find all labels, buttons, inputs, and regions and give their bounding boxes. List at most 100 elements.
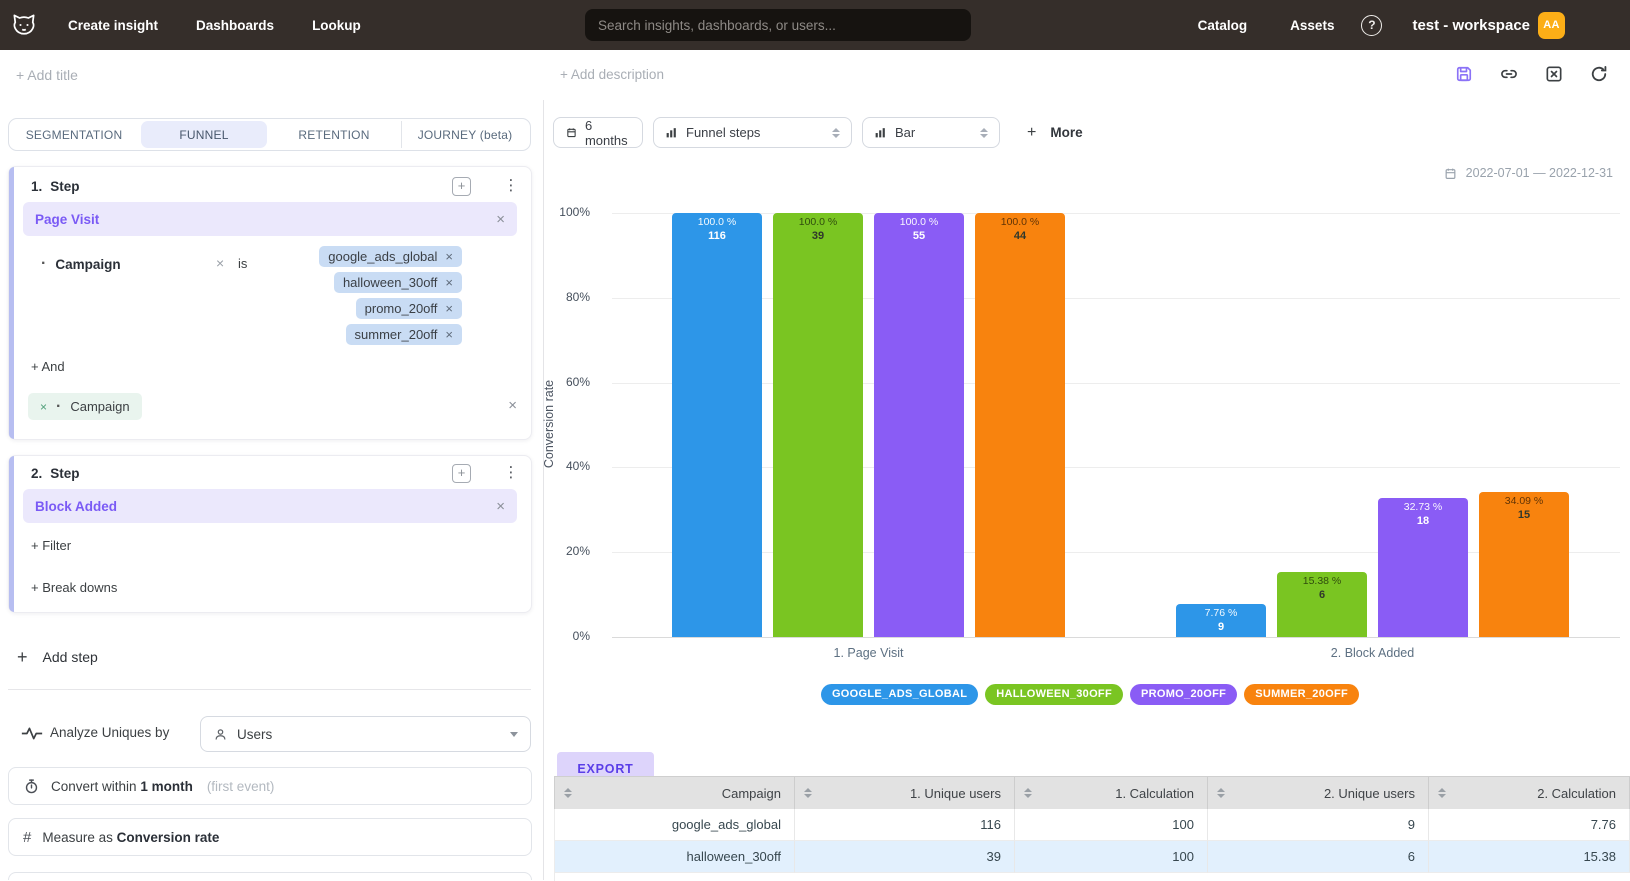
nav-item-create-insight[interactable]: Create insight (68, 18, 158, 33)
tab-retention[interactable]: RETENTION (271, 121, 397, 148)
select-arrows-icon (832, 128, 840, 138)
nav-item-dashboards[interactable]: Dashboards (196, 18, 274, 33)
remove-value-icon[interactable]: × (445, 301, 453, 316)
event-row[interactable]: Block Added × (23, 489, 517, 523)
sort-icon[interactable] (1438, 788, 1446, 799)
remove-value-icon[interactable]: × (445, 327, 453, 342)
funnel-bar[interactable]: 7.76 %9 (1176, 604, 1266, 637)
table-cell: 39 (795, 841, 1015, 873)
measure-as-setting[interactable]: # Measure as Conversion rate (8, 818, 532, 856)
tab-segmentation[interactable]: SEGMENTATION (11, 121, 137, 148)
column-header[interactable]: Campaign (555, 777, 795, 809)
clear-icon[interactable] (1544, 64, 1564, 84)
pending-filter[interactable]: × · Campaign (28, 393, 142, 420)
calendar-icon (566, 126, 577, 139)
nav-item-lookup[interactable]: Lookup (312, 18, 361, 33)
table-cell: halloween_30off (555, 841, 795, 873)
cat-logo-icon[interactable] (10, 11, 38, 39)
search-input[interactable] (585, 9, 971, 41)
sort-icon[interactable] (564, 788, 572, 799)
remove-pending-icon[interactable]: × (40, 400, 47, 414)
event-row[interactable]: Page Visit × (23, 202, 517, 236)
bar-pct-label: 15.38 % (1277, 575, 1367, 588)
sort-icon[interactable] (1024, 788, 1032, 799)
duplicate-step-icon[interactable]: + (452, 177, 471, 196)
remove-event-icon[interactable]: × (496, 498, 505, 515)
add-step-label: Add step (43, 649, 98, 665)
drag-handle[interactable] (9, 456, 14, 612)
remove-pending-row-icon[interactable]: × (508, 397, 517, 414)
filter-value-tag[interactable]: google_ads_global× (319, 246, 462, 267)
funnel-bar[interactable]: 100.0 %39 (773, 213, 863, 637)
filter-value-tag[interactable]: halloween_30off× (334, 272, 462, 293)
period-value: 6 months (585, 118, 630, 148)
bar-count-label: 39 (773, 229, 863, 243)
table-row[interactable]: halloween_30off39100615.38 (554, 841, 1630, 873)
filter-property[interactable]: Campaign (55, 257, 120, 272)
legend-item[interactable]: PROMO_20OFF (1130, 684, 1237, 705)
period-button[interactable]: 6 months (553, 117, 643, 148)
y-tick-label: 20% (520, 544, 590, 558)
nav-item-catalog[interactable]: Catalog (1198, 18, 1248, 33)
convert-within-setting[interactable]: Convert within 1 month(first event) (8, 767, 532, 805)
funnel-bar[interactable]: 100.0 %116 (672, 213, 762, 637)
funnel-bar[interactable]: 15.38 %6 (1277, 572, 1367, 637)
legend-item[interactable]: SUMMER_20OFF (1244, 684, 1359, 705)
add-description-button[interactable]: + Add description (560, 67, 664, 82)
filter-value-tag[interactable]: promo_20off× (356, 298, 462, 319)
bar-pct-label: 100.0 % (975, 216, 1065, 229)
step-menu-icon[interactable]: ⋮ (503, 463, 519, 481)
save-icon[interactable] (1454, 64, 1474, 84)
bar-count-label: 6 (1277, 588, 1367, 602)
chevron-down-icon (510, 732, 518, 737)
remove-value-icon[interactable]: × (445, 249, 453, 264)
column-label: 2. Unique users (1225, 786, 1415, 801)
add-step-button[interactable]: + Add step (17, 645, 98, 669)
column-header[interactable]: 2. Calculation (1429, 777, 1630, 809)
convert-value: 1 month (140, 779, 193, 794)
table-cell: 116 (795, 809, 1015, 841)
sort-icon[interactable] (1217, 788, 1225, 799)
legend-item[interactable]: HALLOWEEN_30OFF (985, 684, 1123, 705)
column-header[interactable]: 2. Unique users (1208, 777, 1429, 809)
nav-item-assets[interactable]: Assets (1290, 18, 1334, 33)
add-filter-button[interactable]: + Filter (31, 538, 71, 553)
add-title-button[interactable]: + Add title (16, 67, 78, 83)
gridline (612, 552, 1620, 553)
refresh-icon[interactable] (1589, 64, 1609, 84)
funnel-bar[interactable]: 34.09 %15 (1479, 492, 1569, 637)
view-select[interactable]: Funnel steps (653, 117, 852, 148)
chart-type-select[interactable]: Bar (862, 117, 1000, 148)
gridline (612, 298, 1620, 299)
column-header[interactable]: 1. Unique users (795, 777, 1015, 809)
bar-count-label: 9 (1176, 620, 1266, 634)
legend-item[interactable]: GOOGLE_ADS_GLOBAL (821, 684, 978, 705)
funnel-bar[interactable]: 100.0 %44 (975, 213, 1065, 637)
more-button[interactable]: + More (1027, 117, 1083, 148)
analyze-dropdown[interactable]: Users (200, 716, 531, 752)
bar-count-label: 44 (975, 229, 1065, 243)
remove-event-icon[interactable]: × (496, 211, 505, 228)
remove-value-icon[interactable]: × (445, 275, 453, 290)
remove-filter-icon[interactable]: × (216, 255, 224, 271)
add-and-button[interactable]: + And (31, 359, 65, 374)
add-breakdown-button[interactable]: + Break downs (31, 580, 117, 595)
workspace-name[interactable]: test - workspace (1412, 17, 1530, 34)
funnel-bar[interactable]: 32.73 %18 (1378, 498, 1468, 637)
filter-operator[interactable]: is (238, 256, 247, 271)
avatar[interactable]: AA (1538, 12, 1565, 39)
column-header[interactable]: 1. Calculation (1015, 777, 1208, 809)
clipped-setting-card (8, 872, 532, 880)
funnel-bar[interactable]: 100.0 %55 (874, 213, 964, 637)
duplicate-step-icon[interactable]: + (452, 464, 471, 483)
sort-icon[interactable] (804, 788, 812, 799)
drag-handle[interactable] (9, 167, 14, 439)
tab-funnel[interactable]: FUNNEL (141, 121, 267, 148)
help-icon[interactable]: ? (1361, 15, 1382, 36)
table-row[interactable]: google_ads_global11610097.76 (554, 809, 1630, 841)
filter-value-tag[interactable]: summer_20off× (346, 324, 462, 345)
user-icon (213, 727, 228, 742)
link-icon[interactable] (1499, 64, 1519, 84)
tab-journey-beta-[interactable]: JOURNEY (beta) (401, 121, 528, 148)
step-menu-icon[interactable]: ⋮ (503, 176, 519, 194)
